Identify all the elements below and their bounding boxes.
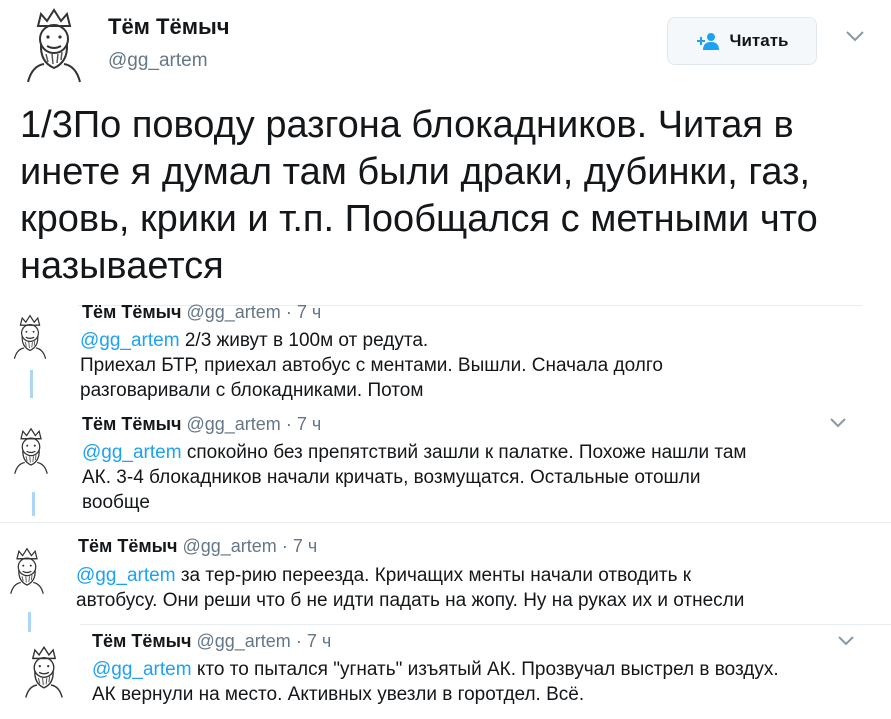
reply-author-handle[interactable]: @gg_artem xyxy=(186,414,280,434)
chevron-down-icon[interactable] xyxy=(844,28,866,44)
reply-author-name[interactable]: Тём Тёмыч xyxy=(92,631,191,651)
thread-line xyxy=(32,492,35,516)
chevron-down-icon[interactable] xyxy=(828,416,848,430)
reply-avatar[interactable] xyxy=(16,632,72,710)
reply-header: Тём Тёмыч @gg_artem · 7 ч xyxy=(92,631,331,652)
reply-header: Тём Тёмыч @gg_artem · 7 ч xyxy=(78,536,317,557)
main-author-handle[interactable]: @gg_artem xyxy=(108,50,208,72)
follow-button-label: Читать xyxy=(729,31,789,50)
reply-text-line: АК вернули на место. Активных увезли в г… xyxy=(92,684,585,705)
main-avatar[interactable] xyxy=(14,4,94,84)
reply-avatar[interactable] xyxy=(2,533,52,607)
reply-text-line: автобусу. Они реши что б не идти падать … xyxy=(76,590,745,611)
reply-header: Тём Тёмыч @gg_artem · 7 ч xyxy=(82,414,321,435)
reply-text-line: разговаривали с блокадниками. Потом xyxy=(80,380,424,401)
reply-author-name[interactable]: Тём Тёмыч xyxy=(82,414,181,434)
reply-text-line: за тер-рию переезда. Кричащих менты нача… xyxy=(180,565,692,586)
mention-link[interactable]: @gg_artem xyxy=(76,565,176,586)
reply-text: @gg_artem 2/3 живут в 100м от редута. Пр… xyxy=(80,328,663,403)
mention-link[interactable]: @gg_artem xyxy=(80,330,180,351)
mention-link[interactable]: @gg_artem xyxy=(92,659,192,680)
avatar-sketch-icon xyxy=(6,305,54,367)
chevron-down-icon[interactable] xyxy=(836,634,856,648)
reply-author-handle[interactable]: @gg_artem xyxy=(182,536,276,556)
reply-text-line: Приехал БТР, приехал автобус с ментами. … xyxy=(80,355,663,376)
reply-author-name[interactable]: Тём Тёмыч xyxy=(78,536,177,556)
add-user-icon xyxy=(696,33,719,50)
reply-timestamp[interactable]: · 7 ч xyxy=(286,414,321,434)
reply-avatar[interactable] xyxy=(6,305,54,367)
reply-text-line: АК. 3-4 блокадников начали кричать, возм… xyxy=(82,467,701,488)
reply-text-line: 2/3 живут в 100м от редута. xyxy=(184,330,429,351)
reply-text: @gg_artem за тер-рию переезда. Кричащих … xyxy=(76,563,744,613)
main-tweet-text: 1/3По поводу разгона блокадников. Читая … xyxy=(20,104,818,287)
reply-timestamp[interactable]: · 7 ч xyxy=(296,631,331,651)
thread-line xyxy=(30,370,33,398)
divider xyxy=(80,624,891,625)
follow-button[interactable]: Читать xyxy=(667,17,817,65)
reply-author-handle[interactable]: @gg_artem xyxy=(196,631,290,651)
avatar-sketch-icon xyxy=(16,632,72,710)
mention-link[interactable]: @gg_artem xyxy=(82,442,182,463)
reply-header: Тём Тёмыч @gg_artem · 7 ч xyxy=(82,302,321,323)
reply-timestamp[interactable]: · 7 ч xyxy=(286,302,321,322)
reply-text-line: кто то пытался "угнать" изъятый АК. Проз… xyxy=(196,659,779,680)
reply-text-line: вообще xyxy=(82,492,150,513)
reply-author-name[interactable]: Тём Тёмыч xyxy=(82,302,181,322)
reply-author-handle[interactable]: @gg_artem xyxy=(186,302,280,322)
main-author-name[interactable]: Тём Тёмыч xyxy=(108,14,230,40)
reply-text: @gg_artem кто то пытался "угнать" изъяты… xyxy=(92,657,779,707)
reply-text-line: спокойно без препятствий зашли к палатке… xyxy=(186,442,747,463)
reply-avatar[interactable] xyxy=(6,414,56,486)
reply-text: @gg_artem спокойно без препятствий зашли… xyxy=(82,440,746,515)
avatar-sketch-icon xyxy=(14,4,94,84)
divider xyxy=(0,522,891,523)
avatar-sketch-icon xyxy=(6,414,56,486)
avatar-sketch-icon xyxy=(2,533,52,607)
reply-timestamp[interactable]: · 7 ч xyxy=(282,536,317,556)
